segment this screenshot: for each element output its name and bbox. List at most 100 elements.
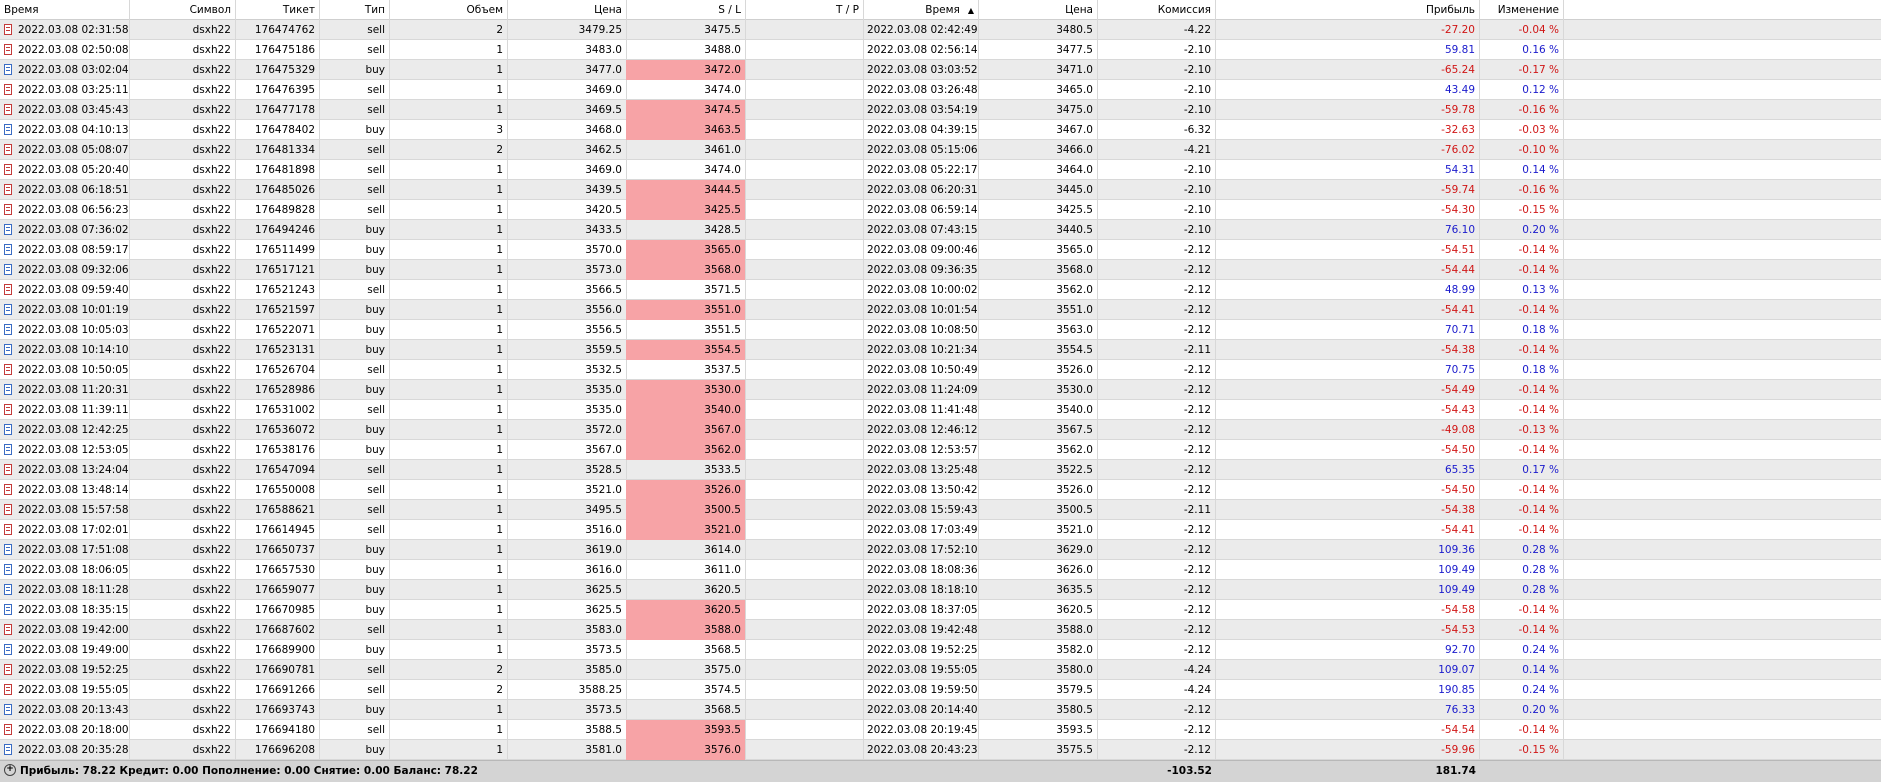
table-row[interactable]: 2022.03.08 03:45:43 dsxh22 176477178 sell 1 3… <box>0 100 1881 120</box>
table-row[interactable]: 2022.03.08 11:20:31 dsxh22 176528986 buy 1 35… <box>0 380 1881 400</box>
table-row[interactable]: 2022.03.08 10:50:05 dsxh22 176526704 sell 1 3… <box>0 360 1881 380</box>
volume-cell: 1 <box>389 160 508 180</box>
table-row[interactable]: 2022.03.08 05:20:40 dsxh22 176481898 sell 1 3… <box>0 160 1881 180</box>
table-row[interactable]: 2022.03.08 18:11:28 dsxh22 176659077 buy 1 36… <box>0 580 1881 600</box>
close-time-cell: 2022.03.08 18:18:10 <box>863 580 979 600</box>
table-row[interactable]: 2022.03.08 10:14:10 dsxh22 176523131 buy 1 35… <box>0 340 1881 360</box>
close-price-cell: 3580.0 <box>978 660 1098 680</box>
symbol-cell: dsxh22 <box>129 640 236 660</box>
table-row[interactable]: 2022.03.08 18:06:05 dsxh22 176657530 buy 1 36… <box>0 560 1881 580</box>
summary-label: Прибыль: 78.22 Кредит: 0.00 Пополнение: … <box>20 765 478 777</box>
table-row[interactable]: 2022.03.08 06:56:23 dsxh22 176489828 sell 1 3… <box>0 200 1881 220</box>
table-row[interactable]: 2022.03.08 20:18:00 dsxh22 176694180 sell 1 3… <box>0 720 1881 740</box>
sell-order-icon <box>4 523 12 535</box>
table-row[interactable]: 2022.03.08 03:25:11 dsxh22 176476395 sell 1 3… <box>0 80 1881 100</box>
table-row[interactable]: 2022.03.08 12:42:25 dsxh22 176536072 buy 1 35… <box>0 420 1881 440</box>
col-commission-header[interactable]: Комиссия <box>1097 0 1216 20</box>
take-profit-cell <box>745 360 864 380</box>
take-profit-cell <box>745 20 864 40</box>
profit-cell: -54.41 <box>1215 520 1480 540</box>
col-price-header[interactable]: Цена <box>507 0 627 20</box>
ticket-cell: 176550008 <box>235 480 320 500</box>
table-row[interactable]: 2022.03.08 02:31:58 dsxh22 176474762 sell 2 3… <box>0 20 1881 40</box>
profit-cell: -54.53 <box>1215 620 1480 640</box>
take-profit-cell <box>745 140 864 160</box>
open-time-text: 2022.03.08 20:18:00 <box>18 724 129 736</box>
col-change-header[interactable]: Изменение <box>1479 0 1564 20</box>
sell-order-icon <box>4 683 12 695</box>
table-row[interactable]: 2022.03.08 19:52:25 dsxh22 176690781 sell 2 3… <box>0 660 1881 680</box>
table-row[interactable]: 2022.03.08 08:59:17 dsxh22 176511499 buy 1 35… <box>0 240 1881 260</box>
col-symbol-header[interactable]: Символ <box>129 0 236 20</box>
col-ticket-header[interactable]: Тикет <box>235 0 320 20</box>
open-time-cell: 2022.03.08 17:51:08 <box>0 540 130 560</box>
table-row[interactable]: 2022.03.08 10:05:03 dsxh22 176522071 buy 1 35… <box>0 320 1881 340</box>
col-type-header[interactable]: Тип <box>319 0 390 20</box>
price-cell: 3495.5 <box>507 500 627 520</box>
table-row[interactable]: 2022.03.08 13:48:14 dsxh22 176550008 sell 1 3… <box>0 480 1881 500</box>
table-row[interactable]: 2022.03.08 19:49:00 dsxh22 176689900 buy 1 35… <box>0 640 1881 660</box>
open-time-cell: 2022.03.08 20:18:00 <box>0 720 130 740</box>
col-profit-header[interactable]: Прибыль <box>1215 0 1480 20</box>
type-cell: buy <box>319 420 390 440</box>
table-row[interactable]: 2022.03.08 13:24:04 dsxh22 176547094 sell 1 3… <box>0 460 1881 480</box>
col-volume-header[interactable]: Объем <box>389 0 508 20</box>
table-row[interactable]: 2022.03.08 09:32:06 dsxh22 176517121 buy 1 35… <box>0 260 1881 280</box>
symbol-cell: dsxh22 <box>129 140 236 160</box>
commission-cell: -2.12 <box>1097 320 1216 340</box>
profit-cell: 76.33 <box>1215 700 1480 720</box>
table-row[interactable]: 2022.03.08 18:35:15 dsxh22 176670985 buy 1 36… <box>0 600 1881 620</box>
col-stop-loss-header[interactable]: S / L <box>626 0 746 20</box>
close-price-cell: 3579.5 <box>978 680 1098 700</box>
ticket-cell: 176517121 <box>235 260 320 280</box>
close-time-cell: 2022.03.08 05:15:06 <box>863 140 979 160</box>
table-row[interactable]: 2022.03.08 06:18:51 dsxh22 176485026 sell 1 3… <box>0 180 1881 200</box>
table-row[interactable]: 2022.03.08 05:08:07 dsxh22 176481334 sell 2 3… <box>0 140 1881 160</box>
close-time-cell: 2022.03.08 11:24:09 <box>863 380 979 400</box>
stop-loss-cell: 3474.0 <box>626 160 746 180</box>
commission-cell: -2.10 <box>1097 180 1216 200</box>
table-row[interactable]: 2022.03.08 12:53:05 dsxh22 176538176 buy 1 35… <box>0 440 1881 460</box>
table-row[interactable]: 2022.03.08 09:59:40 dsxh22 176521243 sell 1 3… <box>0 280 1881 300</box>
table-row[interactable]: 2022.03.08 17:02:01 dsxh22 176614945 sell 1 3… <box>0 520 1881 540</box>
commission-cell: -4.21 <box>1097 140 1216 160</box>
close-time-cell: 2022.03.08 04:39:15 <box>863 120 979 140</box>
type-cell: buy <box>319 320 390 340</box>
col-open-time-header[interactable]: Время <box>0 0 130 20</box>
table-row[interactable]: 2022.03.08 20:13:43 dsxh22 176693743 buy 1 35… <box>0 700 1881 720</box>
col-take-profit-header[interactable]: T / P <box>745 0 864 20</box>
stop-loss-cell: 3533.5 <box>626 460 746 480</box>
stop-loss-cell: 3425.5 <box>626 200 746 220</box>
table-row[interactable]: 2022.03.08 19:55:05 dsxh22 176691266 sell 2 3… <box>0 680 1881 700</box>
table-row[interactable]: 2022.03.08 04:10:13 dsxh22 176478402 buy 3 34… <box>0 120 1881 140</box>
table-row[interactable]: 2022.03.08 03:02:04 dsxh22 176475329 buy 1 34… <box>0 60 1881 80</box>
col-close-price-header[interactable]: Цена <box>978 0 1098 20</box>
table-row[interactable]: 2022.03.08 11:39:11 dsxh22 176531002 sell 1 3… <box>0 400 1881 420</box>
profit-cell: -54.43 <box>1215 400 1480 420</box>
type-cell: sell <box>319 80 390 100</box>
ticket-cell: 176521243 <box>235 280 320 300</box>
table-row[interactable]: 2022.03.08 19:42:00 dsxh22 176687602 sell 1 3… <box>0 620 1881 640</box>
open-time-cell: 2022.03.08 19:52:25 <box>0 660 130 680</box>
table-row[interactable]: 2022.03.08 17:51:08 dsxh22 176650737 buy 1 36… <box>0 540 1881 560</box>
take-profit-cell <box>745 680 864 700</box>
open-time-text: 2022.03.08 19:55:05 <box>18 684 129 696</box>
stop-loss-cell: 3620.5 <box>626 600 746 620</box>
volume-cell: 1 <box>389 740 508 760</box>
table-row[interactable]: 2022.03.08 20:35:28 dsxh22 176696208 buy 1 35… <box>0 740 1881 760</box>
take-profit-cell <box>745 100 864 120</box>
table-row[interactable]: 2022.03.08 10:01:19 dsxh22 176521597 buy 1 35… <box>0 300 1881 320</box>
table-row[interactable]: 2022.03.08 07:36:02 dsxh22 176494246 buy 1 34… <box>0 220 1881 240</box>
price-cell: 3462.5 <box>507 140 627 160</box>
col-close-time-header[interactable]: Время ▲ <box>863 0 979 20</box>
ticket-cell: 176481334 <box>235 140 320 160</box>
change-cell: -0.14 % <box>1479 440 1564 460</box>
change-cell: 0.24 % <box>1479 680 1564 700</box>
open-time-text: 2022.03.08 10:14:10 <box>18 344 129 356</box>
expand-icon[interactable]: + <box>4 764 16 776</box>
open-time-cell: 2022.03.08 13:48:14 <box>0 480 130 500</box>
table-row[interactable]: 2022.03.08 15:57:58 dsxh22 176588621 sell 1 3… <box>0 500 1881 520</box>
buy-order-icon <box>4 443 12 455</box>
table-row[interactable]: 2022.03.08 02:50:08 dsxh22 176475186 sell 1 3… <box>0 40 1881 60</box>
sell-order-icon <box>4 503 12 515</box>
